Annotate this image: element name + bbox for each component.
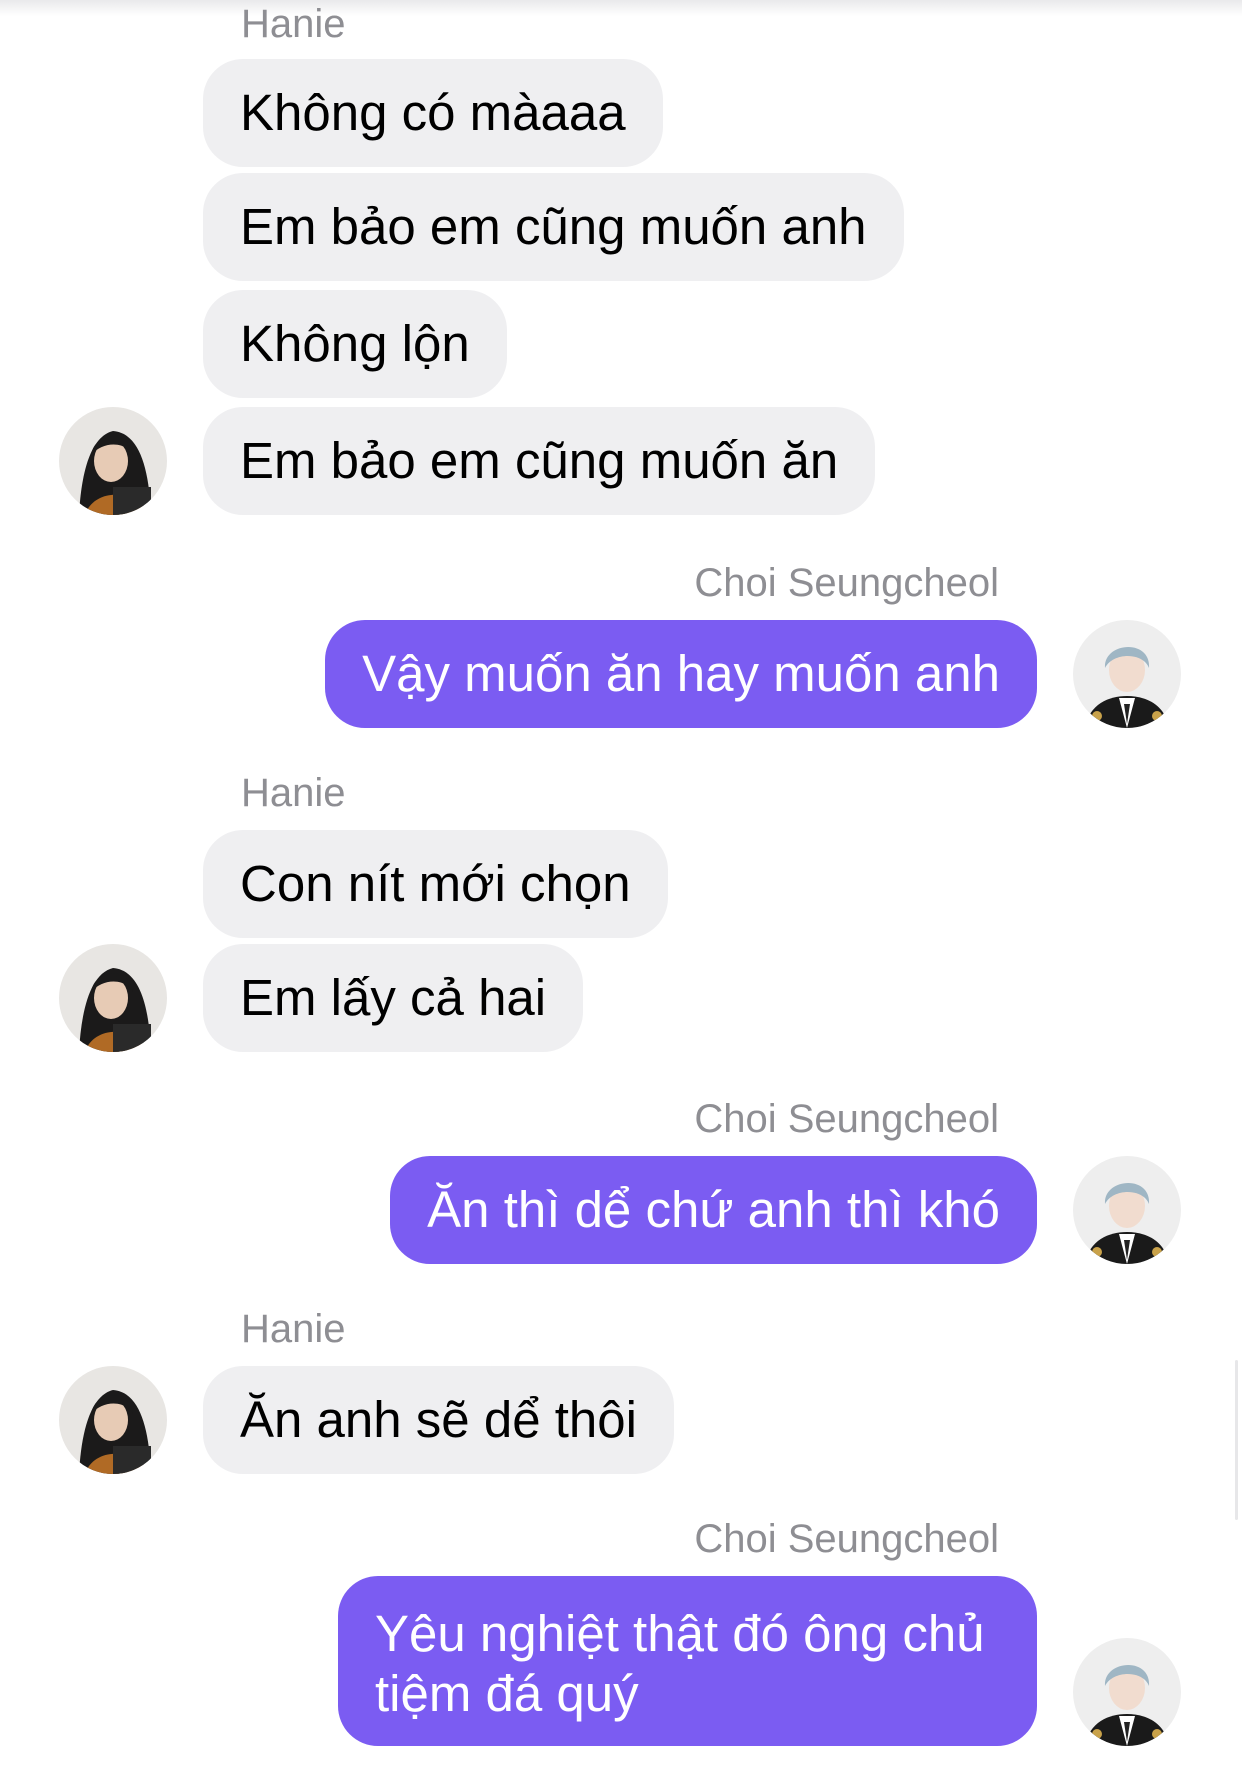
hanie-avatar[interactable] [59, 1366, 167, 1474]
sender-name-hanie: Hanie [241, 2, 346, 46]
message-bubble-incoming[interactable]: Em bảo em cũng muốn anh [203, 173, 904, 281]
message-bubble-incoming[interactable]: Em bảo em cũng muốn ăn [203, 407, 876, 515]
sender-name-hanie: Hanie [241, 1307, 346, 1351]
message-bubble-incoming[interactable]: Ăn anh sẽ dể thôi [203, 1366, 674, 1474]
sender-name-choi: Choi Seungcheol [694, 1517, 999, 1561]
choi-avatar[interactable] [1073, 1638, 1181, 1746]
choi-avatar[interactable] [1073, 620, 1181, 728]
message-bubble-incoming[interactable]: Con nít mới chọn [203, 830, 668, 938]
message-bubble-incoming[interactable]: Không có màaaa [203, 59, 663, 167]
hanie-avatar[interactable] [59, 944, 167, 1052]
message-bubble-incoming[interactable]: Không lộn [203, 290, 507, 398]
sender-name-hanie: Hanie [241, 771, 346, 815]
sender-name-choi: Choi Seungcheol [694, 1097, 999, 1141]
message-bubble-outgoing[interactable]: Vậy muốn ăn hay muốn anh [325, 620, 1037, 728]
hanie-avatar[interactable] [59, 407, 167, 515]
chat-thread: Hanie Không có màaaa Em bảo em cũng muốn… [0, 0, 1242, 1767]
message-bubble-outgoing[interactable]: Yêu nghiệt thật đó ông chủ tiệm đá quý [338, 1576, 1037, 1746]
top-fade [0, 0, 1242, 16]
message-bubble-incoming[interactable]: Em lấy cả hai [203, 944, 584, 1052]
choi-avatar[interactable] [1073, 1156, 1181, 1264]
message-bubble-outgoing[interactable]: Ăn thì dể chứ anh thì khó [390, 1156, 1037, 1264]
sender-name-choi: Choi Seungcheol [694, 561, 999, 605]
scroll-indicator[interactable] [1235, 1360, 1238, 1520]
